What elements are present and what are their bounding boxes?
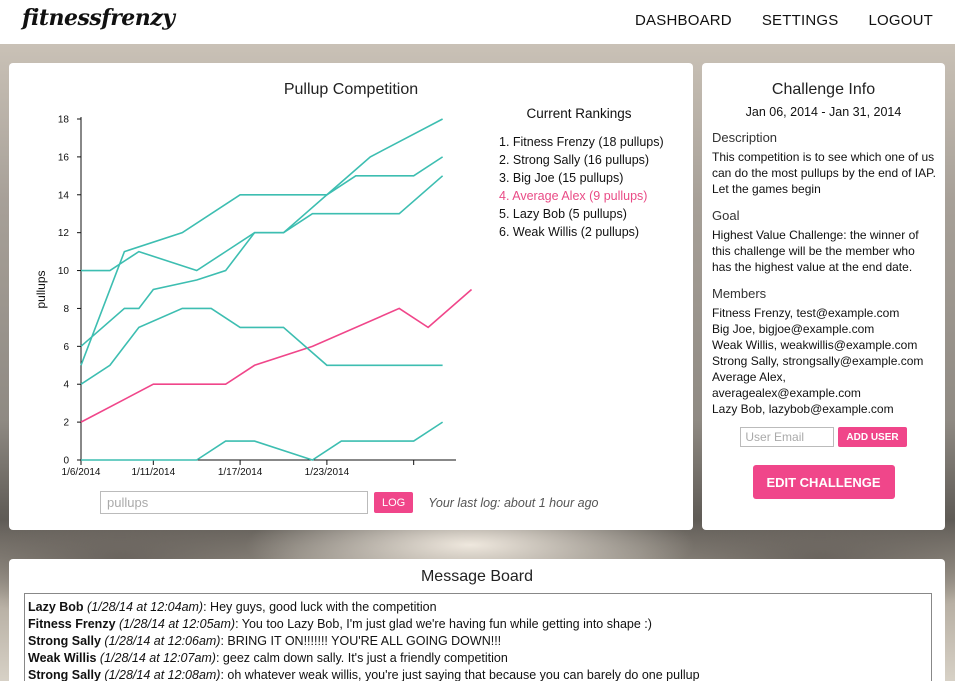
app-logo[interactable]: fitnessfrenzy bbox=[22, 5, 175, 31]
message-text: : geez calm down sally. It's just a frie… bbox=[215, 651, 508, 665]
ranking-item: 3. Big Joe (15 pullups) bbox=[499, 171, 624, 185]
member-item: Strong Sally, strongsally@example.com bbox=[712, 354, 924, 368]
message-time: (1/28/14 at 12:08am) bbox=[104, 668, 221, 681]
edit-challenge-button[interactable]: EDIT CHALLENGE bbox=[752, 465, 895, 499]
members-list: Fitness Frenzy, test@example.com Big Joe,… bbox=[712, 305, 937, 417]
challenge-info-panel: Challenge Info Jan 06, 2014 - Jan 31, 20… bbox=[702, 63, 945, 530]
add-user-button[interactable]: ADD USER bbox=[838, 427, 907, 447]
series-line-3 bbox=[80, 288, 473, 423]
description-label: Description bbox=[712, 130, 778, 145]
message-text: : BRING IT ON!!!!!!! YOU'RE ALL GOING DO… bbox=[220, 634, 502, 648]
y-tick-label: 16 bbox=[58, 152, 70, 163]
rankings-title: Current Rankings bbox=[526, 106, 632, 121]
message-list[interactable]: Lazy Bob (1/28/14 at 12:04am): Hey guys,… bbox=[24, 593, 932, 681]
rankings: Current Rankings 1. Fitness Frenzy (18 p… bbox=[499, 106, 689, 241]
ranking-item: 2. Strong Sally (16 pullups) bbox=[499, 153, 650, 167]
chart-panel: Pullup Competition 0 2 4 6 8 10 12 14 16 18 1/6/20… bbox=[9, 63, 693, 530]
message-time: (1/28/14 at 12:06am) bbox=[104, 634, 221, 648]
message-board-title: Message Board bbox=[420, 568, 534, 585]
message-text: : Hey guys, good luck with the competiti… bbox=[203, 600, 437, 614]
nav-logout[interactable]: LOGOUT bbox=[868, 12, 933, 29]
x-tick-label: 1/17/2014 bbox=[218, 467, 263, 478]
y-tick-label: 4 bbox=[63, 380, 69, 391]
description-text: This competition is to see which one of … bbox=[712, 150, 936, 196]
nav-settings[interactable]: SETTINGS bbox=[762, 12, 839, 29]
message-item: Strong Sally (1/28/14 at 12:08am): oh wh… bbox=[28, 667, 928, 681]
message-author: Lazy Bob bbox=[28, 600, 84, 614]
message-author: Strong Sally bbox=[28, 668, 101, 681]
x-tick-label: 1/6/2014 bbox=[62, 467, 101, 478]
message-time: (1/28/14 at 12:07am) bbox=[99, 651, 216, 665]
y-tick-label: 18 bbox=[58, 115, 70, 126]
message-item: Fitness Frenzy (1/28/14 at 12:05am): You… bbox=[28, 616, 928, 633]
message-author: Weak Willis bbox=[28, 651, 97, 665]
y-tick-label: 8 bbox=[63, 304, 69, 315]
top-bar: fitnessfrenzy DASHBOARD SETTINGS LOGOUT bbox=[0, 0, 955, 44]
add-user-row: ADD USER bbox=[702, 427, 945, 447]
message-text: : You too Lazy Bob, I'm just glad we're … bbox=[235, 617, 652, 631]
ranking-item: 5. Lazy Bob (5 pullups) bbox=[499, 207, 627, 221]
user-email-input[interactable] bbox=[740, 427, 835, 447]
message-text: : oh whatever weak willis, you're just s… bbox=[220, 668, 700, 681]
goal-label: Goal bbox=[712, 208, 740, 223]
member-item: Average Alex, averagealex@example.com bbox=[712, 370, 861, 400]
pullup-line-chart: 0 2 4 6 8 10 12 14 16 18 1/6/2014 1/11/2014 1/17/201… bbox=[34, 115, 473, 478]
x-tick-label: 1/23/2014 bbox=[305, 467, 350, 478]
message-item: Strong Sally (1/28/14 at 12:06am): BRING… bbox=[28, 633, 928, 650]
member-item: Big Joe, bigjoe@example.com bbox=[712, 322, 875, 336]
y-tick-label: 10 bbox=[58, 266, 70, 277]
y-tick-label: 12 bbox=[58, 228, 70, 239]
last-log-text: Your last log: about 1 hour ago bbox=[428, 495, 599, 510]
message-time: (1/28/14 at 12:05am) bbox=[119, 617, 236, 631]
message-time: (1/28/14 at 12:04am) bbox=[87, 600, 204, 614]
series-line-5 bbox=[81, 421, 444, 461]
series-line-2 bbox=[80, 175, 444, 347]
series-line-0 bbox=[80, 118, 443, 366]
y-tick-label: 0 bbox=[63, 456, 69, 467]
challenge-title: Challenge Info bbox=[771, 81, 876, 98]
ranking-item: 6. Weak Willis (2 pullups) bbox=[499, 225, 640, 239]
y-tick-label: 14 bbox=[58, 190, 70, 201]
members-label: Members bbox=[712, 286, 767, 301]
message-item: Weak Willis (1/28/14 at 12:07am): geez c… bbox=[28, 650, 928, 667]
message-author: Strong Sally bbox=[28, 634, 101, 648]
member-item: Weak Willis, weakwillis@example.com bbox=[712, 338, 918, 352]
goal-text: Highest Value Challenge: the winner of t… bbox=[712, 228, 919, 274]
ranking-item: 1. Fitness Frenzy (18 pullups) bbox=[499, 135, 664, 149]
member-item: Lazy Bob, lazybob@example.com bbox=[712, 402, 894, 416]
member-item: Fitness Frenzy, test@example.com bbox=[712, 306, 900, 320]
main-nav: DASHBOARD SETTINGS LOGOUT bbox=[635, 12, 933, 29]
ranking-item: 4. Average Alex (9 pullups) bbox=[499, 189, 648, 203]
nav-dashboard[interactable]: DASHBOARD bbox=[635, 12, 732, 29]
y-tick-label: 2 bbox=[63, 418, 69, 429]
log-row: LOG Your last log: about 1 hour ago bbox=[100, 491, 599, 514]
x-tick-label: 1/11/2014 bbox=[131, 467, 175, 478]
y-tick-label: 6 bbox=[63, 342, 69, 353]
log-button[interactable]: LOG bbox=[374, 492, 414, 513]
rankings-list: 1. Fitness Frenzy (18 pullups) 2. Strong … bbox=[499, 133, 689, 241]
message-author: Fitness Frenzy bbox=[28, 617, 116, 631]
message-board-panel: Message Board Lazy Bob (1/28/14 at 12:04… bbox=[9, 559, 945, 681]
challenge-dates: Jan 06, 2014 - Jan 31, 2014 bbox=[745, 105, 902, 119]
series-line-4 bbox=[80, 307, 443, 385]
pullups-input[interactable] bbox=[100, 491, 368, 514]
message-item: Lazy Bob (1/28/14 at 12:04am): Hey guys,… bbox=[28, 599, 928, 616]
y-axis-label: pullups bbox=[34, 270, 48, 308]
